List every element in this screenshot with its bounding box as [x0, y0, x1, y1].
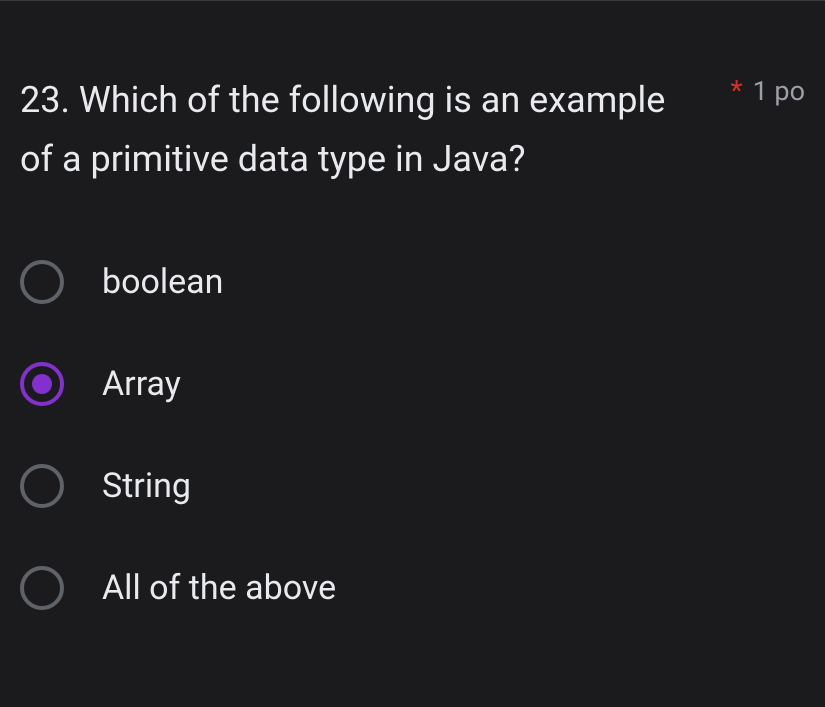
- options-list: boolean Array String All of the above: [20, 260, 805, 610]
- option-string[interactable]: String: [20, 464, 805, 508]
- option-array[interactable]: Array: [20, 362, 805, 406]
- question-card: 23. Which of the following is an example…: [0, 1, 825, 630]
- option-label: Array: [102, 364, 181, 404]
- option-label: All of the above: [102, 568, 336, 608]
- option-all-of-the-above[interactable]: All of the above: [20, 566, 805, 610]
- option-label: boolean: [102, 262, 223, 302]
- required-asterisk: *: [731, 77, 743, 105]
- radio-icon: [20, 566, 64, 610]
- question-text: 23. Which of the following is an example…: [20, 71, 680, 190]
- points-label: 1 po: [753, 75, 805, 107]
- option-boolean[interactable]: boolean: [20, 260, 805, 304]
- question-header: 23. Which of the following is an example…: [20, 71, 805, 190]
- radio-icon: [20, 464, 64, 508]
- option-label: String: [102, 466, 191, 506]
- radio-icon: [20, 260, 64, 304]
- question-meta: * 1 po: [731, 75, 806, 107]
- radio-icon: [20, 362, 64, 406]
